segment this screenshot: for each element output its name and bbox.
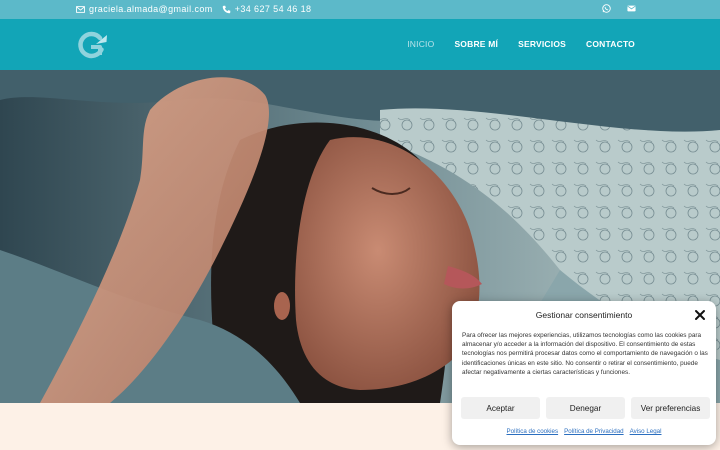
nav-contacto[interactable]: CONTACTO	[586, 39, 635, 49]
consent-description: Para ofrecer las mejores experiencias, u…	[462, 332, 708, 376]
consent-buttons: Aceptar Denegar Ver preferencias	[461, 397, 710, 419]
accept-button[interactable]: Aceptar	[461, 397, 540, 419]
site-header: INICIO SOBRE MÍ SERVICIOS CONTACTO	[0, 19, 720, 70]
email-text: graciela.almada@gmail.com	[89, 4, 213, 14]
deny-button[interactable]: Denegar	[546, 397, 625, 419]
legal-notice-link[interactable]: Aviso Legal	[630, 428, 662, 435]
phone-link[interactable]: +34 627 54 46 18	[222, 4, 312, 14]
consent-title: Gestionar consentimiento	[535, 310, 633, 320]
nav-inicio[interactable]: INICIO	[407, 39, 434, 49]
nav-servicios[interactable]: SERVICIOS	[518, 39, 566, 49]
top-info-bar: graciela.almada@gmail.com +34 627 54 46 …	[0, 0, 720, 19]
preferences-button[interactable]: Ver preferencias	[631, 397, 710, 419]
nav-sobre-mi[interactable]: SOBRE MÍ	[454, 39, 498, 49]
privacy-policy-link[interactable]: Política de Privacidad	[564, 428, 624, 435]
mail-icon[interactable]	[627, 4, 636, 13]
consent-links: Política de cookies Política de Privacid…	[452, 428, 716, 435]
main-nav: INICIO SOBRE MÍ SERVICIOS CONTACTO	[407, 39, 635, 49]
phone-text: +34 627 54 46 18	[234, 4, 312, 14]
close-icon[interactable]	[694, 309, 706, 321]
site-logo[interactable]	[76, 30, 108, 60]
whatsapp-icon[interactable]	[602, 4, 611, 13]
contact-info: graciela.almada@gmail.com +34 627 54 46 …	[76, 4, 311, 14]
social-links	[602, 4, 636, 13]
phone-icon	[222, 5, 230, 13]
email-link[interactable]: graciela.almada@gmail.com	[76, 4, 213, 14]
envelope-icon	[76, 5, 85, 13]
cookies-policy-link[interactable]: Política de cookies	[507, 428, 559, 435]
cookie-consent-modal: Gestionar consentimiento Para ofrecer la…	[452, 301, 716, 445]
